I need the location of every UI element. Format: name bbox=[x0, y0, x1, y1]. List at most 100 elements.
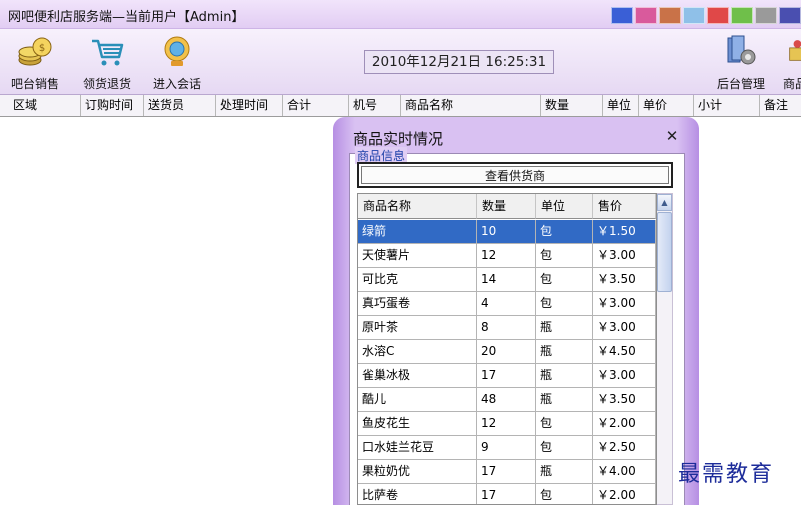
theme-swatch[interactable] bbox=[731, 7, 753, 24]
product-cell-qty: 12 bbox=[477, 244, 536, 268]
product-cell-qty: 4 bbox=[477, 292, 536, 316]
scroll-up-arrow-icon[interactable]: ▲ bbox=[657, 194, 672, 211]
view-supplier-label: 查看供货商 bbox=[361, 166, 669, 184]
bar-sales-button[interactable]: $ 吧台销售 bbox=[4, 33, 66, 93]
product-cell-price: ￥3.00 bbox=[593, 244, 656, 268]
theme-swatch[interactable] bbox=[779, 7, 801, 24]
enter-session-button[interactable]: 进入会话 bbox=[146, 33, 208, 93]
order-column-header[interactable]: 备注 bbox=[760, 95, 801, 116]
theme-swatch-bar bbox=[611, 7, 801, 24]
order-column-header[interactable]: 机号 bbox=[349, 95, 401, 116]
order-column-header[interactable]: 单位 bbox=[603, 95, 639, 116]
product-column-header[interactable]: 售价 bbox=[593, 194, 656, 219]
main-toolbar: $ 吧台销售 领货退货 进入会话 2010年12月21日 16:25:31 后台… bbox=[0, 29, 801, 95]
product-column-header[interactable]: 商品名称 bbox=[358, 194, 477, 219]
product-table: 商品名称 数量 单位 售价 绿箭 10 包 ￥1.50 天使薯片 12 包 ￥3.00 可比克 14 包 ￥3… bbox=[357, 193, 657, 505]
receive-return-button[interactable]: 领货退货 bbox=[76, 33, 138, 93]
shopping-cart-icon bbox=[92, 39, 124, 66]
product-row[interactable]: 天使薯片 12 包 ￥3.00 bbox=[358, 244, 656, 268]
admin-label: 后台管理 bbox=[716, 77, 765, 91]
product-cell-unit: 瓶 bbox=[536, 460, 593, 484]
theme-swatch[interactable] bbox=[635, 7, 657, 24]
product-realtime-dialog: 商品实时情况 ✕ 商品信息 查看供货商 商品名称 数量 单位 售价 绿箭 10 包 ￥1.50… bbox=[333, 117, 699, 505]
product-cell-price: ￥1.50 bbox=[593, 220, 656, 244]
product-cell-qty: 10 bbox=[477, 220, 536, 244]
product-cell-unit: 包 bbox=[536, 244, 593, 268]
product-cell-unit: 包 bbox=[536, 436, 593, 460]
product-row[interactable]: 口水娃兰花豆 9 包 ￥2.50 bbox=[358, 436, 656, 460]
theme-swatch[interactable] bbox=[755, 7, 777, 24]
product-cell-name: 可比克 bbox=[358, 268, 477, 292]
order-column-header[interactable]: 小计 bbox=[694, 95, 760, 116]
product-cell-qty: 20 bbox=[477, 340, 536, 364]
order-column-header[interactable]: 订购时间 bbox=[81, 95, 144, 116]
product-cell-unit: 包 bbox=[536, 292, 593, 316]
product-cell-qty: 8 bbox=[477, 316, 536, 340]
product-cell-unit: 瓶 bbox=[536, 316, 593, 340]
product-cell-price: ￥3.50 bbox=[593, 388, 656, 412]
product-cell-name: 酷儿 bbox=[358, 388, 477, 412]
product-cell-qty: 17 bbox=[477, 484, 536, 504]
order-grid-header: 区域 订购时间 送货员 处理时间 合计 机号 商品名称 数量 单位 单价 小计 备注 bbox=[0, 95, 801, 117]
product-cell-price: ￥2.50 bbox=[593, 436, 656, 460]
product-cell-unit: 包 bbox=[536, 268, 593, 292]
receive-return-label: 领货退货 bbox=[82, 77, 131, 91]
product-button[interactable]: 商品 bbox=[773, 33, 801, 93]
chat-globe-icon bbox=[164, 36, 190, 66]
dialog-title: 商品实时情况 bbox=[353, 130, 444, 148]
product-column-header[interactable]: 单位 bbox=[536, 194, 593, 219]
view-supplier-button[interactable]: 查看供货商 bbox=[357, 162, 673, 188]
bar-sales-label: 吧台销售 bbox=[10, 77, 59, 91]
product-cell-price: ￥3.00 bbox=[593, 292, 656, 316]
product-row[interactable]: 原叶茶 8 瓶 ￥3.00 bbox=[358, 316, 656, 340]
order-column-header[interactable]: 数量 bbox=[541, 95, 603, 116]
admin-button[interactable]: 后台管理 bbox=[710, 33, 772, 93]
close-icon[interactable]: ✕ bbox=[663, 127, 681, 145]
theme-swatch[interactable] bbox=[683, 7, 705, 24]
enter-session-label: 进入会话 bbox=[152, 77, 201, 91]
product-cell-price: ￥4.50 bbox=[593, 340, 656, 364]
product-row[interactable]: 果粒奶优 17 瓶 ￥4.00 bbox=[358, 460, 656, 484]
product-cell-price: ￥3.50 bbox=[593, 268, 656, 292]
title-bar: 网吧便利店服务端—当前用户【Admin】 bbox=[0, 0, 801, 29]
datetime-display: 2010年12月21日 16:25:31 bbox=[364, 50, 554, 74]
product-row[interactable]: 绿箭 10 包 ￥1.50 bbox=[358, 220, 656, 244]
order-column-header[interactable]: 处理时间 bbox=[216, 95, 283, 116]
admin-tools-icon bbox=[727, 35, 756, 65]
product-column-header[interactable]: 数量 bbox=[477, 194, 536, 219]
coins-icon: $ bbox=[18, 37, 52, 66]
product-cell-name: 天使薯片 bbox=[358, 244, 477, 268]
product-row[interactable]: 比萨卷 17 包 ￥2.00 bbox=[358, 484, 656, 504]
product-cell-name: 果粒奶优 bbox=[358, 460, 477, 484]
scroll-thumb[interactable] bbox=[657, 212, 672, 292]
product-cell-qty: 48 bbox=[477, 388, 536, 412]
theme-swatch[interactable] bbox=[707, 7, 729, 24]
product-row[interactable]: 鱼皮花生 12 包 ￥2.00 bbox=[358, 412, 656, 436]
product-cell-qty: 17 bbox=[477, 364, 536, 388]
order-column-header[interactable]: 送货员 bbox=[144, 95, 216, 116]
theme-swatch[interactable] bbox=[659, 7, 681, 24]
product-cell-price: ￥4.00 bbox=[593, 460, 656, 484]
product-row[interactable]: 雀巢冰极 17 瓶 ￥3.00 bbox=[358, 364, 656, 388]
table-scrollbar[interactable]: ▲ bbox=[657, 193, 673, 505]
order-column-header[interactable]: 单价 bbox=[639, 95, 694, 116]
svg-text:$: $ bbox=[39, 43, 45, 54]
product-cell-price: ￥3.00 bbox=[593, 316, 656, 340]
product-cell-unit: 瓶 bbox=[536, 364, 593, 388]
order-column-header[interactable]: 区域 bbox=[9, 95, 81, 116]
product-cell-name: 水溶C bbox=[358, 340, 477, 364]
product-cell-qty: 17 bbox=[477, 460, 536, 484]
product-row[interactable]: 水溶C 20 瓶 ￥4.50 bbox=[358, 340, 656, 364]
order-column-header[interactable]: 合计 bbox=[283, 95, 349, 116]
product-row[interactable]: 真巧蛋卷 4 包 ￥3.00 bbox=[358, 292, 656, 316]
product-cell-price: ￥2.00 bbox=[593, 484, 656, 504]
order-column-header[interactable]: 商品名称 bbox=[401, 95, 541, 116]
product-cell-unit: 瓶 bbox=[536, 340, 593, 364]
window-title: 网吧便利店服务端—当前用户【Admin】 bbox=[8, 10, 245, 25]
product-row[interactable]: 酷儿 48 瓶 ￥3.50 bbox=[358, 388, 656, 412]
product-cell-name: 口水娃兰花豆 bbox=[358, 436, 477, 460]
product-cell-price: ￥3.00 bbox=[593, 364, 656, 388]
theme-swatch[interactable] bbox=[611, 7, 633, 24]
product-row[interactable]: 可比克 14 包 ￥3.50 bbox=[358, 268, 656, 292]
product-cell-unit: 瓶 bbox=[536, 388, 593, 412]
